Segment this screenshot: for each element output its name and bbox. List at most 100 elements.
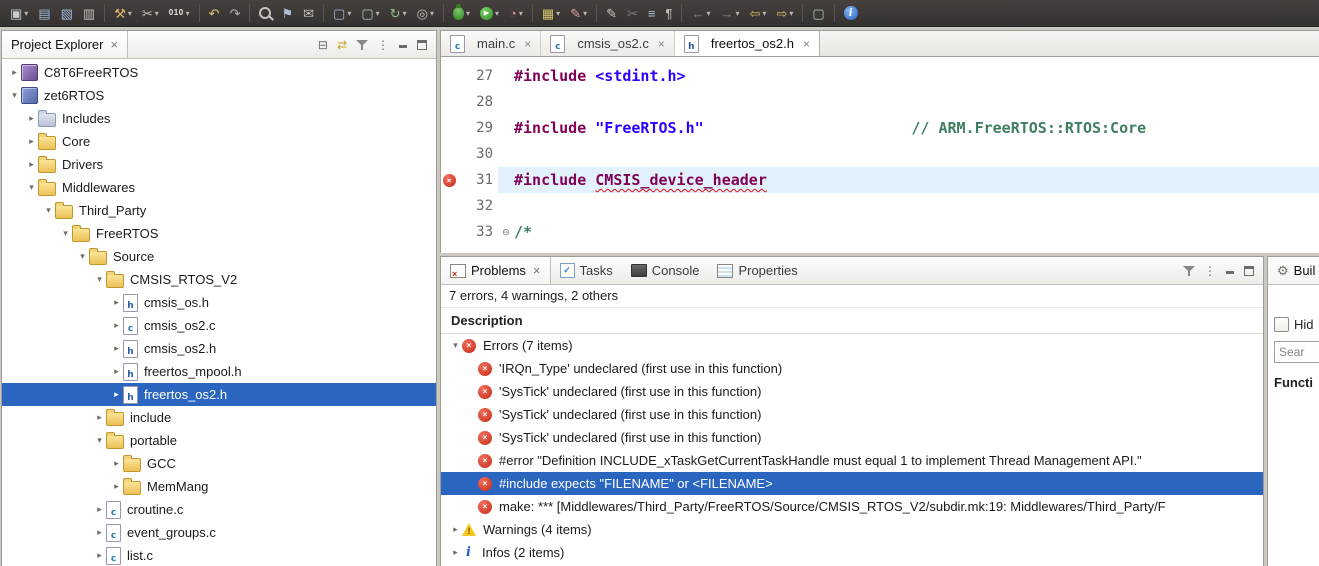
problem-row[interactable]: × make: *** [Middlewares/Third_Party/Free… bbox=[441, 495, 1263, 518]
twistie-icon[interactable]: ▾ bbox=[59, 228, 72, 239]
dropdown-caret-icon[interactable]: ▾ bbox=[155, 9, 159, 18]
binary-file-button[interactable]: 010 ▾ bbox=[164, 3, 195, 23]
twistie-icon[interactable]: ▾ bbox=[93, 274, 106, 285]
dropdown-caret-icon[interactable]: ▾ bbox=[376, 9, 380, 18]
twistie-icon[interactable]: ▸ bbox=[110, 320, 123, 331]
dropdown-caret-icon[interactable]: ▾ bbox=[403, 9, 407, 18]
collapse-all-icon[interactable]: ⊟ bbox=[318, 39, 328, 51]
debug-button[interactable]: ▾ bbox=[448, 3, 475, 23]
dropdown-caret-icon[interactable]: ▾ bbox=[128, 9, 132, 18]
new-wizard-button[interactable]: ▣ ▾ bbox=[5, 3, 33, 23]
minimize-icon[interactable] bbox=[1225, 266, 1235, 276]
tree-item-cmsis-os-h[interactable]: ▸ h cmsis_os.h bbox=[2, 291, 436, 314]
outline-button[interactable]: ≡ bbox=[643, 3, 661, 23]
knife-tool-button[interactable]: ✂ ▾ bbox=[137, 3, 164, 23]
twistie-icon[interactable]: ▸ bbox=[8, 67, 21, 78]
search-button[interactable] bbox=[254, 3, 276, 23]
dropdown-caret-icon[interactable]: ▾ bbox=[24, 9, 28, 18]
twistie-icon[interactable]: ▸ bbox=[110, 366, 123, 377]
tree-item-freertos-os2-h[interactable]: ▸ h freertos_os2.h bbox=[2, 383, 436, 406]
hide-checkbox[interactable] bbox=[1274, 317, 1289, 332]
tab-console[interactable]: Console bbox=[622, 257, 709, 284]
dropdown-caret-icon[interactable]: ▾ bbox=[762, 9, 766, 18]
maximize-icon[interactable] bbox=[417, 39, 427, 50]
view-menu-icon[interactable]: ⋮ bbox=[377, 39, 389, 51]
new-class-button[interactable]: ▢ ▾ bbox=[356, 3, 384, 23]
dropdown-caret-icon[interactable]: ▾ bbox=[466, 9, 470, 18]
filter-icon[interactable] bbox=[1183, 265, 1195, 277]
close-tab-icon[interactable]: × bbox=[803, 38, 810, 50]
dropdown-caret-icon[interactable]: ▾ bbox=[519, 9, 523, 18]
problem-row[interactable]: × 'IRQn_Type' undeclared (first use in th… bbox=[441, 357, 1263, 380]
twistie-icon[interactable]: ▸ bbox=[25, 159, 38, 170]
twistie-icon[interactable]: ▸ bbox=[449, 547, 462, 558]
dropdown-caret-icon[interactable]: ▾ bbox=[736, 9, 740, 18]
close-view-icon[interactable]: × bbox=[110, 38, 118, 51]
open-perspective-button[interactable]: ▦ ▾ bbox=[537, 3, 565, 23]
pencil-button[interactable]: ✎ bbox=[601, 3, 622, 23]
tree-item-freertos-mpool-h[interactable]: ▸ h freertos_mpool.h bbox=[2, 360, 436, 383]
twistie-icon[interactable]: ▸ bbox=[110, 343, 123, 354]
editor-tab-freertos-os2-h[interactable]: h freertos_os2.h × bbox=[674, 31, 820, 56]
external-tools-button[interactable]: ◎ ▾ bbox=[412, 3, 439, 23]
new-source-file-button[interactable]: ▢ ▾ bbox=[328, 3, 356, 23]
close-view-icon[interactable]: × bbox=[533, 264, 541, 277]
twistie-icon[interactable]: ▾ bbox=[76, 251, 89, 262]
close-tab-icon[interactable]: × bbox=[658, 38, 665, 50]
tree-item-croutine-c[interactable]: ▸ c croutine.c bbox=[2, 498, 436, 521]
twistie-icon[interactable]: ▸ bbox=[93, 550, 106, 561]
dropdown-caret-icon[interactable]: ▾ bbox=[347, 9, 351, 18]
tree-item-portable[interactable]: ▾ portable bbox=[2, 429, 436, 452]
profile-button[interactable]: ◔ ▾ bbox=[504, 3, 528, 23]
tree-item-third-party[interactable]: ▾ Third_Party bbox=[2, 199, 436, 222]
problem-row[interactable]: × #error "Definition INCLUDE_xTaskGetCurr… bbox=[441, 449, 1263, 472]
tree-item-zet6rtos[interactable]: ▾ zet6RTOS bbox=[2, 84, 436, 107]
twistie-icon[interactable]: ▾ bbox=[449, 340, 462, 351]
editor-tab-main-c[interactable]: c main.c × bbox=[441, 31, 542, 56]
back-button[interactable]: ⇦ ▾ bbox=[745, 3, 772, 23]
filter-icon[interactable] bbox=[356, 39, 368, 51]
tab-tasks[interactable]: ✓ Tasks bbox=[551, 257, 622, 284]
info-button[interactable]: i bbox=[839, 3, 863, 23]
tree-item-drivers[interactable]: ▸ Drivers bbox=[2, 153, 436, 176]
annotate-button[interactable]: ✎ ▾ bbox=[565, 3, 592, 23]
twistie-icon[interactable]: ▸ bbox=[110, 481, 123, 492]
task-mail-button[interactable]: ✉ bbox=[298, 3, 319, 23]
tab-problems[interactable]: Problems × bbox=[441, 257, 551, 284]
redo-button[interactable]: ↷ bbox=[225, 3, 246, 23]
twistie-icon[interactable]: ▸ bbox=[25, 113, 38, 124]
tree-item-gcc[interactable]: ▸ GCC bbox=[2, 452, 436, 475]
tree-item-event-groups-c[interactable]: ▸ c event_groups.c bbox=[2, 521, 436, 544]
twistie-icon[interactable]: ▸ bbox=[93, 527, 106, 538]
twistie-icon[interactable]: ▸ bbox=[110, 297, 123, 308]
cut-button[interactable]: ✂ bbox=[622, 3, 643, 23]
twistie-icon[interactable]: ▾ bbox=[42, 205, 55, 216]
save-all-button[interactable]: ▧ bbox=[56, 3, 78, 23]
tree-item-cmsis-os2-h[interactable]: ▸ h cmsis_os2.h bbox=[2, 337, 436, 360]
close-tab-icon[interactable]: × bbox=[524, 38, 531, 50]
undo-button[interactable]: ↶ bbox=[204, 3, 225, 23]
search-input[interactable] bbox=[1274, 341, 1319, 363]
tab-build-analyzer[interactable]: ⚙ Buil bbox=[1268, 257, 1319, 284]
next-annotation-button[interactable]: → ▾ bbox=[716, 3, 745, 23]
minimize-icon[interactable] bbox=[398, 40, 408, 50]
problem-row[interactable]: × 'SysTick' undeclared (first use in this… bbox=[441, 403, 1263, 426]
view-menu-icon[interactable]: ⋮ bbox=[1204, 265, 1216, 277]
previous-annotation-button[interactable]: ← ▾ bbox=[686, 3, 715, 23]
tree-item-cmsis-rtos-v2[interactable]: ▾ CMSIS_RTOS_V2 bbox=[2, 268, 436, 291]
problem-row[interactable]: × 'SysTick' undeclared (first use in this… bbox=[441, 380, 1263, 403]
dropdown-caret-icon[interactable]: ▾ bbox=[186, 9, 190, 18]
tree-item-list-c[interactable]: ▸ c list.c bbox=[2, 544, 436, 566]
tree-item-middlewares[interactable]: ▾ Middlewares bbox=[2, 176, 436, 199]
dropdown-caret-icon[interactable]: ▾ bbox=[706, 9, 710, 18]
editor-tab-cmsis-os2-c[interactable]: c cmsis_os2.c × bbox=[541, 31, 675, 56]
tree-item-source[interactable]: ▾ Source bbox=[2, 245, 436, 268]
dropdown-caret-icon[interactable]: ▾ bbox=[430, 9, 434, 18]
twistie-icon[interactable]: ▾ bbox=[25, 182, 38, 193]
show-whitespace-button[interactable]: ¶ bbox=[661, 3, 678, 23]
twistie-icon[interactable]: ▸ bbox=[110, 458, 123, 469]
tree-item-cmsis-os2-c[interactable]: ▸ c cmsis_os2.c bbox=[2, 314, 436, 337]
tree-item-memmang[interactable]: ▸ MemMang bbox=[2, 475, 436, 498]
twistie-icon[interactable]: ▸ bbox=[93, 504, 106, 515]
problem-row[interactable]: × 'SysTick' undeclared (first use in this… bbox=[441, 426, 1263, 449]
